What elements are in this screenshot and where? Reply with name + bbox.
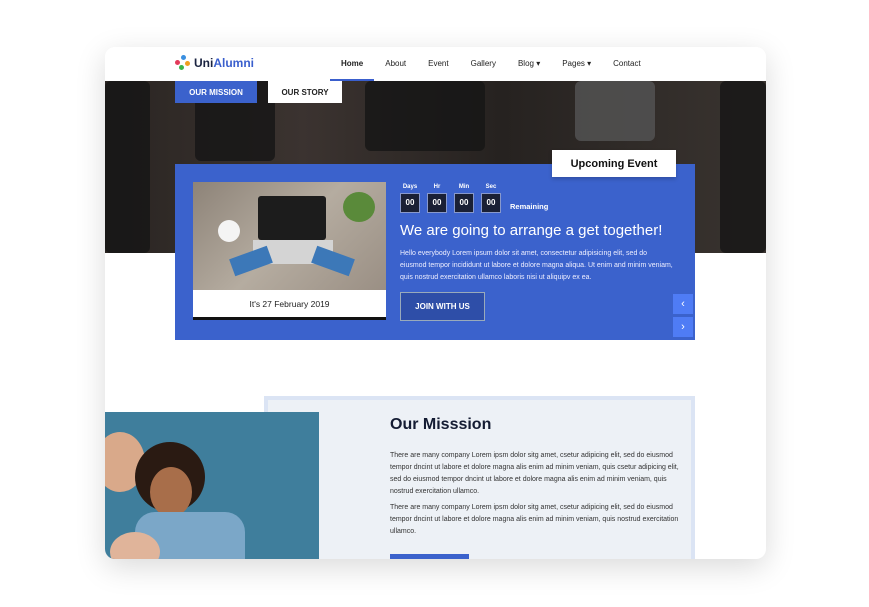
days-label: Days: [402, 184, 418, 190]
event-image: [193, 182, 386, 290]
mission-title: Our Misssion: [390, 416, 492, 433]
countdown: Days 00 Hr 00 Min 00 Sec 00 Remaining: [400, 184, 548, 213]
remaining-label: Remaining: [510, 202, 549, 211]
minutes-value: 00: [454, 193, 474, 213]
days-value: 00: [400, 193, 420, 213]
our-story-button[interactable]: OUR STORY: [268, 81, 342, 103]
logo-text-accent: Alumni: [213, 56, 255, 70]
nav-home[interactable]: Home: [330, 47, 375, 81]
logo-text: Uni: [194, 56, 214, 70]
minutes-label: Min: [458, 184, 470, 190]
mission-photo: [105, 412, 319, 559]
seconds-label: Sec: [485, 184, 497, 190]
join-with-us-button[interactable]: JOIN WITH US: [400, 292, 485, 321]
seconds-value: 00: [481, 193, 501, 213]
browser-page: UniAlumni Home About Event Gallery Blog …: [105, 47, 766, 559]
event-description: Hello everybody Lorem ipsum dolor sit am…: [400, 250, 673, 281]
mission-paragraph-2: There are many company Lorem ipsm dolor …: [390, 504, 679, 535]
nav-event[interactable]: Event: [417, 47, 459, 81]
prev-arrow-icon[interactable]: ‹: [673, 294, 693, 314]
next-arrow-icon[interactable]: ›: [673, 317, 693, 337]
navbar: UniAlumni Home About Event Gallery Blog …: [105, 47, 766, 81]
event-panel: It's 27 February 2019 Days 00 Hr 00 Min 00 …: [175, 164, 695, 340]
nav-gallery[interactable]: Gallery: [460, 47, 507, 81]
mission-paragraph-1: There are many company Lorem ipsm dolor …: [390, 452, 679, 495]
logo-icon: [175, 55, 191, 71]
logo[interactable]: UniAlumni: [175, 55, 254, 71]
nav-contact[interactable]: Contact: [602, 47, 652, 81]
our-mission-button[interactable]: OUR MISSION: [175, 81, 257, 103]
mission-read-more-button[interactable]: [390, 554, 469, 559]
upcoming-event-badge: Upcoming Event: [552, 150, 676, 177]
nav-pages[interactable]: Pages ▾: [551, 47, 602, 81]
event-title: We are going to arrange a get together!: [400, 222, 663, 239]
nav-blog[interactable]: Blog ▾: [507, 47, 551, 81]
event-date: It's 27 February 2019: [193, 290, 386, 320]
hours-label: Hr: [433, 184, 441, 190]
nav-about[interactable]: About: [374, 47, 417, 81]
hours-value: 00: [427, 193, 447, 213]
